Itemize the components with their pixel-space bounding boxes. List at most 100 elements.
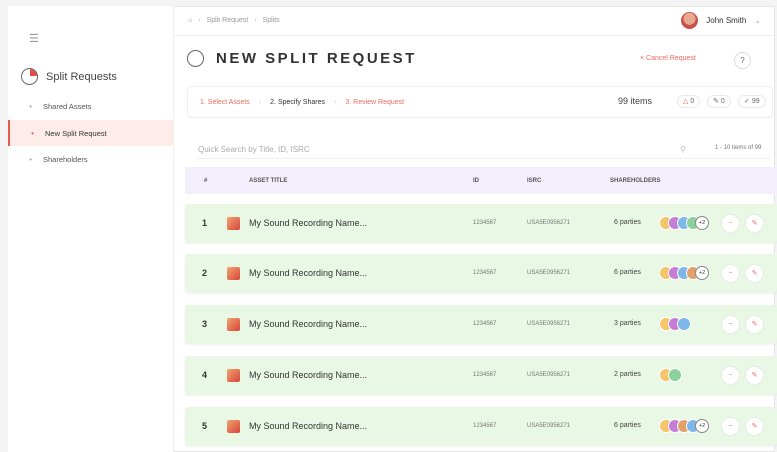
asset-isrc: USA5E0956271 [527, 220, 571, 226]
more-shareholders-badge[interactable]: +2 [695, 266, 709, 280]
remove-icon[interactable]: − [722, 265, 739, 282]
remove-icon[interactable]: − [722, 215, 739, 232]
help-button[interactable]: ? [734, 52, 751, 69]
step-review-request[interactable]: 3. Review Request [345, 99, 404, 106]
warning-icon: △ [683, 98, 689, 105]
col-isrc[interactable]: ISRC [527, 178, 541, 184]
edit-count-badge[interactable]: ✎ 0 [707, 95, 731, 108]
artwork-thumbnail [227, 420, 240, 433]
row-number: 4 [202, 370, 208, 380]
sidebar-title: Split Requests [46, 70, 117, 83]
search-underline [198, 158, 770, 159]
breadcrumb-item[interactable]: Split Request [207, 17, 249, 24]
page-header: NEW SPLIT REQUEST [187, 50, 417, 67]
avatar [677, 317, 691, 331]
shareholder-avatars[interactable]: +2 [659, 266, 709, 280]
remove-icon[interactable]: − [722, 316, 739, 333]
parties-count: 3 parties [614, 320, 641, 327]
asset-title[interactable]: My Sound Recording Name... [249, 319, 367, 329]
user-menu[interactable]: John Smith ⌄ [681, 12, 761, 29]
edit-icon[interactable]: ✎ [746, 367, 763, 384]
parties-count: 2 parties [614, 371, 641, 378]
asset-id: 1234567 [473, 220, 497, 226]
home-icon[interactable]: ⌂ [188, 17, 192, 24]
row-number: 2 [202, 268, 208, 278]
table-row[interactable]: 4 My Sound Recording Name... 1234567 USA5E0… [185, 356, 777, 395]
edit-icon[interactable]: ✎ [746, 316, 763, 333]
edit-icon: ✎ [713, 98, 719, 105]
cancel-request-button[interactable]: × Cancel Request [640, 55, 696, 62]
sidebar-header: Split Requests [21, 68, 117, 85]
col-shareholders[interactable]: SHAREHOLDERS [610, 178, 660, 184]
edit-icon[interactable]: ✎ [746, 418, 763, 435]
pagination-info: 1 - 10 items of 99 [715, 145, 762, 151]
hamburger-icon[interactable]: ☰ [29, 32, 39, 45]
sidebar-item-label: Shareholders [43, 154, 88, 164]
table-row[interactable]: 3 My Sound Recording Name... 1234567 USA5E0… [185, 305, 777, 344]
bullet-icon: • [29, 101, 32, 111]
sidebar-item-label: New Split Request [45, 128, 107, 138]
sidebar-item-label: Shared Assets [43, 101, 92, 111]
shareholder-avatars[interactable] [659, 317, 691, 331]
sidebar: ☰ Split Requests • Shared Assets • New S… [8, 6, 174, 452]
col-number: # [204, 177, 208, 184]
step-select-assets[interactable]: 1. Select Assets [200, 99, 250, 106]
chevron-right-icon: › [258, 98, 262, 106]
items-count: 99 items [618, 96, 653, 106]
search-input[interactable]: Quick Search by Title, ID, ISRC [198, 145, 310, 154]
parties-count: 6 parties [614, 269, 641, 276]
asset-isrc: USA5E0956271 [527, 321, 571, 327]
asset-id: 1234567 [473, 423, 497, 429]
shareholder-avatars[interactable]: +2 [659, 419, 709, 433]
check-count: 99 [751, 98, 760, 105]
asset-isrc: USA5E0956271 [527, 423, 571, 429]
warning-count-badge[interactable]: △ 0 [677, 95, 701, 108]
row-number: 3 [202, 319, 208, 329]
more-shareholders-badge[interactable]: +2 [695, 216, 709, 230]
remove-icon[interactable]: − [722, 367, 739, 384]
user-name: John Smith [706, 16, 747, 25]
top-bar: ⌂ › Split Request › Splits John Smith ⌄ [174, 6, 775, 36]
breadcrumb-item[interactable]: Splits [263, 17, 280, 24]
asset-title[interactable]: My Sound Recording Name... [249, 370, 367, 380]
col-id[interactable]: ID [473, 178, 479, 184]
sidebar-item-shared-assets[interactable]: • Shared Assets [8, 93, 174, 119]
breadcrumb-separator: › [198, 17, 201, 24]
table-row[interactable]: 2 My Sound Recording Name... 1234567 USA5E0… [185, 254, 777, 293]
asset-id: 1234567 [473, 270, 497, 276]
bullet-icon: • [29, 154, 32, 164]
asset-isrc: USA5E0956271 [527, 270, 571, 276]
page-title: NEW SPLIT REQUEST [216, 50, 417, 67]
col-asset-title[interactable]: ASSET TITLE [249, 178, 287, 184]
asset-title[interactable]: My Sound Recording Name... [249, 268, 367, 278]
avatar [681, 12, 699, 29]
search-icon[interactable]: ⚲ [680, 145, 686, 154]
edit-icon[interactable]: ✎ [746, 215, 763, 232]
row-number: 1 [202, 218, 208, 228]
avatar [668, 368, 682, 382]
more-shareholders-badge[interactable]: +2 [695, 419, 709, 433]
asset-title[interactable]: My Sound Recording Name... [249, 218, 367, 228]
asset-id: 1234567 [473, 321, 497, 327]
artwork-thumbnail [227, 217, 240, 230]
table-row[interactable]: 5 My Sound Recording Name... 1234567 USA5E0… [185, 407, 777, 446]
shareholder-avatars[interactable] [659, 368, 682, 382]
asset-id: 1234567 [473, 372, 497, 378]
edit-count: 0 [720, 98, 725, 105]
step-specify-shares[interactable]: 2. Specify Shares [270, 99, 325, 106]
bullet-icon: • [31, 128, 34, 138]
check-count-badge[interactable]: ✓ 99 [738, 95, 766, 108]
sidebar-item-new-split-request[interactable]: • New Split Request [8, 120, 174, 146]
artwork-thumbnail [227, 267, 240, 280]
asset-title[interactable]: My Sound Recording Name... [249, 421, 367, 431]
edit-icon[interactable]: ✎ [746, 265, 763, 282]
table-row[interactable]: 1 My Sound Recording Name... 1234567 USA5E0… [185, 204, 777, 243]
chevron-right-icon: › [334, 98, 337, 106]
sidebar-item-shareholders[interactable]: • Shareholders [8, 146, 174, 172]
row-number: 5 [202, 421, 208, 431]
remove-icon[interactable]: − [722, 418, 739, 435]
artwork-thumbnail [227, 369, 240, 382]
shareholder-avatars[interactable]: +2 [659, 216, 709, 230]
parties-count: 6 parties [614, 219, 641, 226]
table-header: # ASSET TITLE ID ISRC SHAREHOLDERS [185, 167, 777, 194]
